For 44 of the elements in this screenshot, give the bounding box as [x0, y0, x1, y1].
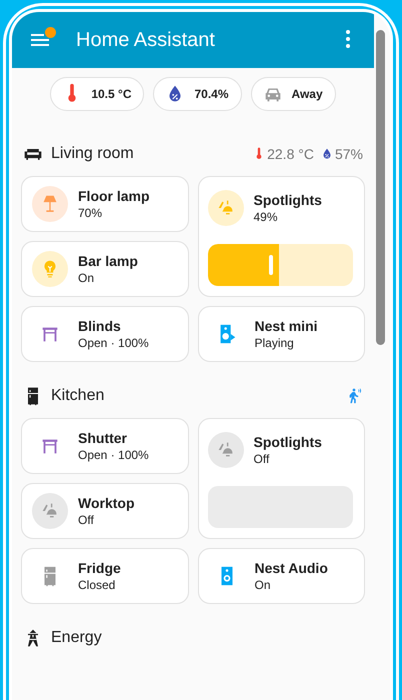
- device-state: Playing: [254, 335, 295, 351]
- device-name: Blinds: [78, 317, 122, 335]
- device-card[interactable]: Bar lamp On: [21, 241, 188, 297]
- device-name: Bar lamp: [78, 252, 138, 270]
- device-name: Nest mini: [254, 317, 318, 335]
- area-title: Energy: [51, 629, 103, 647]
- device-state: 70%: [78, 205, 104, 221]
- device-name: Spotlights: [254, 191, 322, 209]
- scrollbar[interactable]: [376, 30, 385, 345]
- device-name: Fridge: [78, 559, 121, 577]
- device-name: Nest Audio: [254, 559, 328, 577]
- device-state: Off: [78, 512, 95, 528]
- device-card[interactable]: Spotlights Off: [198, 418, 365, 539]
- device-state: 49%: [254, 209, 279, 225]
- device-card[interactable]: Worktop Off: [21, 483, 188, 539]
- device-name: Floor lamp: [78, 187, 150, 205]
- status-badge[interactable]: 10.5 °C: [50, 77, 144, 111]
- area-title: Kitchen: [51, 387, 106, 405]
- app-title: Home Assistant: [76, 28, 216, 52]
- device-state: Closed: [78, 577, 116, 593]
- area-title: Living room: [51, 145, 135, 163]
- device-card[interactable]: Nest Audio On: [198, 548, 365, 604]
- device-state: On: [254, 577, 272, 593]
- device-card[interactable]: Nest mini Playing: [198, 306, 365, 362]
- device-card[interactable]: Spotlights 49%: [198, 176, 365, 297]
- device-card[interactable]: Floor lamp 70%: [21, 176, 188, 232]
- notification-dot: [45, 27, 56, 38]
- device-state: Open · 100%: [78, 447, 149, 463]
- sensor-reading: 57%: [334, 146, 363, 162]
- device-card[interactable]: Blinds Open · 100%: [21, 306, 188, 362]
- device-name: Spotlights: [254, 433, 322, 451]
- more-icon: [346, 30, 350, 48]
- device-card[interactable]: Shutter Open · 100%: [21, 418, 188, 474]
- device-name: Shutter: [78, 429, 128, 447]
- device-state: On: [78, 270, 96, 286]
- brightness-slider[interactable]: [208, 244, 353, 286]
- slider-handle[interactable]: [268, 255, 273, 275]
- device-card[interactable]: Fridge Closed: [21, 548, 188, 604]
- status-badge[interactable]: Away: [250, 77, 336, 111]
- status-badge[interactable]: 70.4%: [153, 77, 242, 111]
- device-state: Off: [254, 451, 270, 467]
- sensor-reading: 22.8 °C: [267, 146, 314, 162]
- device-name: Worktop: [78, 494, 135, 512]
- device-state: Open · 100%: [78, 335, 149, 351]
